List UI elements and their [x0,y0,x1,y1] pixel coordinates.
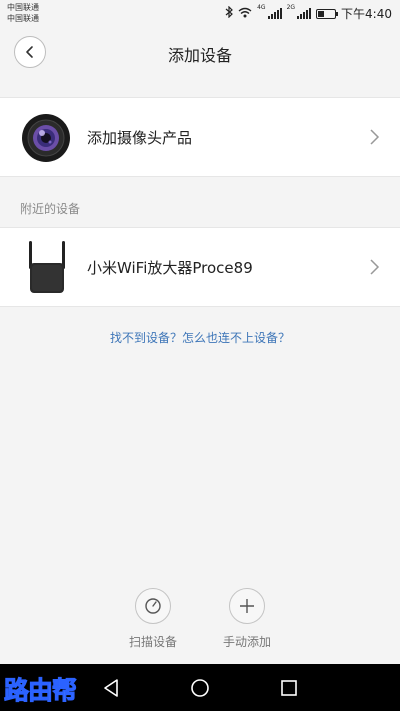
nav-recent-apps-icon[interactable] [277,676,301,700]
wifi-repeater-icon [29,241,65,293]
battery-icon [316,8,339,19]
chevron-right-icon [370,129,380,145]
header: 添加设备 [0,27,400,75]
manual-add-label: 手动添加 [222,635,271,649]
carrier-1: 中国联通 [7,3,39,12]
carrier-2: 中国联通 [7,14,39,23]
signal-1-icon [267,8,282,19]
bluetooth-icon [225,5,233,21]
manual-add-button[interactable]: 手动添加 [207,588,287,650]
battery-level [318,10,325,17]
add-camera-row[interactable]: 添加摄像头产品 [0,97,400,177]
device-name: 小米WiFi放大器Proce89 [87,259,253,277]
scan-device-button[interactable]: 扫描设备 [113,588,193,650]
wifi-icon [238,7,252,21]
signal-2-icon [297,8,312,19]
scan-icon [135,588,171,624]
nav-back-icon[interactable] [99,676,123,700]
status-bar: 中国联通 中国联通 4G 2G 下午4:40 [0,0,400,27]
page-title: 添加设备 [167,46,232,65]
nearby-section-label: 附近的设备 [20,202,81,216]
scan-device-label: 扫描设备 [128,635,177,649]
navigation-bar: 路由帮 [0,664,400,711]
watermark-logo: 路由帮 [3,676,77,706]
chevron-right-icon [370,259,380,275]
status-icons: 4G 2G 下午4:40 [225,5,392,22]
camera-icon [22,114,70,162]
carrier-info: 中国联通 中国联通 [7,2,39,24]
nav-home-icon[interactable] [188,676,212,700]
help-link[interactable]: 找不到设备？怎么也连不上设备？ [0,329,400,346]
network-type-1: 4G [257,4,266,11]
nearby-device-row[interactable]: 小米WiFi放大器Proce89 [0,227,400,307]
clock: 下午4:40 [341,7,392,21]
network-type-2: 2G [286,4,296,11]
plus-icon [229,588,265,624]
add-camera-label: 添加摄像头产品 [87,129,193,147]
